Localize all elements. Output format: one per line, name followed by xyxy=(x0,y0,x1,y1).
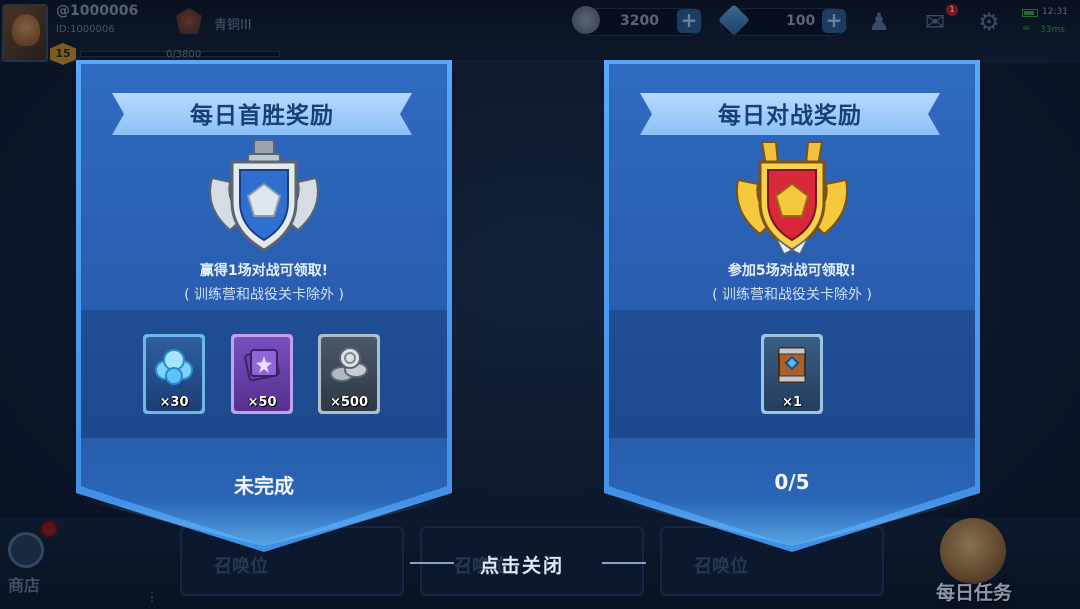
reward-progress: 0/5 xyxy=(774,470,810,494)
panel-description-note: ( 训练营和战役关卡除外 ) xyxy=(184,287,344,303)
purple-card-icon xyxy=(241,344,283,386)
panel-description-note: ( 训练营和战役关卡除外 ) xyxy=(712,287,872,303)
reward-quantity: ×30 xyxy=(159,395,189,410)
reward-item-gems[interactable]: ×30 xyxy=(143,334,205,414)
panel-description: 赢得1场对战可领取! xyxy=(199,263,329,279)
divider xyxy=(602,562,646,564)
divider xyxy=(410,562,454,564)
gold-shield-badge-icon xyxy=(732,138,852,256)
silver-shield-badge-icon xyxy=(204,138,324,256)
tap-to-close-hint[interactable]: 点击关闭 xyxy=(410,549,646,577)
panel-title: 每日对战奖励 xyxy=(718,103,862,129)
panel-glow xyxy=(609,500,975,546)
reward-item-coins[interactable]: ×500 xyxy=(318,334,380,414)
silver-coins-icon xyxy=(328,344,370,386)
first-win-reward-panel: 每日首胜奖励 赢得1场对战可领取! ( 训练营和战役关卡除外 ) ×30 ×50… xyxy=(76,60,452,552)
daily-battle-reward-panel: 每日对战奖励 参加5场对战可领取! ( 训练营和战役关卡除外 ) ×1 0/5 xyxy=(604,60,980,552)
reward-status: 未完成 xyxy=(234,474,294,498)
gem-pile-icon xyxy=(153,344,195,386)
reward-quantity: ×1 xyxy=(782,395,802,410)
card-chest-icon xyxy=(771,344,813,386)
reward-quantity: ×500 xyxy=(329,395,369,410)
panel-title: 每日首胜奖励 xyxy=(190,103,334,129)
panel-glow xyxy=(81,500,447,546)
reward-item-chest[interactable]: ×1 xyxy=(761,334,823,414)
panel-description: 参加5场对战可领取! xyxy=(727,263,857,279)
reward-quantity: ×50 xyxy=(247,395,277,410)
reward-item-cards[interactable]: ×50 xyxy=(231,334,293,414)
close-hint-text: 点击关闭 xyxy=(480,555,565,577)
